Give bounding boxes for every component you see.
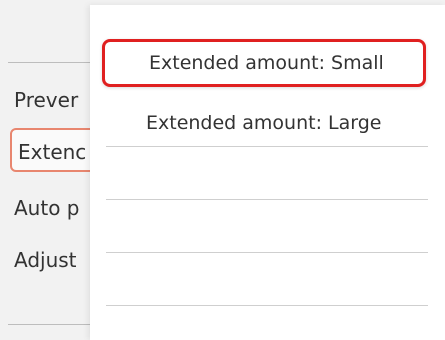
menu-item-adjust[interactable]: Adjust bbox=[14, 238, 98, 282]
menu-item-auto[interactable]: Auto p bbox=[14, 186, 98, 230]
option-divider bbox=[106, 305, 428, 306]
options-popup: Extended amount: Small Extended amount: … bbox=[90, 5, 445, 340]
menu-item-extended[interactable]: Extenc bbox=[10, 128, 100, 172]
option-extended-small[interactable]: Extended amount: Small bbox=[102, 39, 426, 87]
menu-divider bbox=[8, 324, 98, 325]
option-extended-large[interactable]: Extended amount: Large bbox=[102, 99, 426, 147]
menu-divider bbox=[8, 62, 98, 63]
menu-item-preview[interactable]: Prever bbox=[14, 78, 98, 122]
option-divider bbox=[106, 199, 428, 200]
option-divider bbox=[106, 252, 428, 253]
option-divider bbox=[106, 146, 428, 147]
